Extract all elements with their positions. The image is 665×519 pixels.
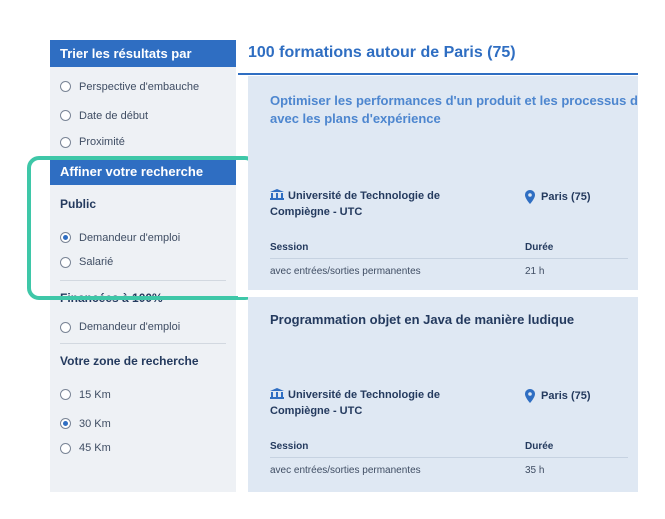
university-icon — [270, 189, 284, 200]
zone-option-45km[interactable]: 45 Km — [60, 438, 226, 458]
card-separator — [238, 290, 638, 297]
result-organization: Université de Technologie de Compiègne -… — [270, 188, 440, 220]
organization-line: Université de Technologie de — [288, 190, 440, 202]
organization-line: Compiègne - UTC — [270, 405, 363, 417]
result-location: Paris (75) — [525, 190, 591, 204]
session-label: Session — [270, 242, 309, 253]
public-title: Public — [60, 197, 97, 211]
sort-option-perspective[interactable]: Perspective d'embauche — [60, 72, 226, 101]
financed-option-label: Demandeur d'emploi — [79, 321, 181, 333]
radio-selected-icon[interactable] — [60, 232, 71, 243]
result-organization: Université de Technologie de Compiègne -… — [270, 387, 440, 419]
section-divider — [60, 343, 226, 344]
results-title: 100 formations autour de Paris (75) — [248, 44, 516, 61]
organization-line: Université de Technologie de — [288, 389, 440, 401]
duration-value: 21 h — [525, 266, 545, 277]
result-location: Paris (75) — [525, 389, 591, 403]
zone-option-30km[interactable]: 30 Km — [60, 409, 226, 438]
result-title-line: avec les plans d'expérience — [270, 111, 441, 126]
result-title-line: Optimiser les performances d'un produit … — [270, 93, 638, 108]
result-card[interactable]: Programmation objet en Java de manière l… — [248, 297, 638, 492]
radio-selected-icon[interactable] — [60, 418, 71, 429]
radio-icon[interactable] — [60, 389, 71, 400]
zone-option-label: 30 Km — [79, 417, 111, 430]
radio-icon[interactable] — [60, 81, 71, 92]
zone-option-15km[interactable]: 15 Km — [60, 380, 226, 409]
location-label: Paris (75) — [541, 191, 591, 203]
title-underline — [238, 73, 638, 75]
radio-icon[interactable] — [60, 136, 71, 148]
radio-icon[interactable] — [60, 442, 71, 454]
duration-label: Durée — [525, 441, 554, 452]
result-title-link[interactable]: Optimiser les performances d'un produit … — [270, 92, 638, 128]
public-option-label: Demandeur d'emploi — [79, 231, 181, 244]
duration-value: 35 h — [525, 465, 545, 476]
zone-title: Votre zone de recherche — [60, 354, 199, 368]
financed-option-job-seeker[interactable]: Demandeur d'emploi — [60, 317, 226, 337]
session-value: avec entrées/sorties permanentes — [270, 465, 421, 476]
zone-option-label: 15 Km — [79, 388, 111, 401]
zone-option-label: 45 Km — [79, 442, 111, 454]
row-divider — [270, 258, 628, 259]
map-pin-icon — [525, 389, 535, 403]
organization-line: Compiègne - UTC — [270, 206, 363, 218]
public-option-label: Salarié — [79, 256, 114, 268]
sort-option-label: Proximité — [79, 136, 125, 148]
university-icon — [270, 388, 284, 399]
financed-title: Financées à 100% — [60, 291, 163, 305]
public-option-employee[interactable]: Salarié — [60, 252, 226, 272]
radio-icon[interactable] — [60, 256, 71, 268]
sort-header: Trier les résultats par — [50, 40, 236, 67]
sort-option-label: Perspective d'embauche — [79, 80, 200, 93]
refine-header: Affiner votre recherche — [50, 158, 236, 185]
result-title-link[interactable]: Programmation objet en Java de manière l… — [270, 311, 574, 329]
session-value: avec entrées/sorties permanentes — [270, 266, 421, 277]
filter-sidebar: Trier les résultats par Perspective d'em… — [50, 40, 236, 492]
result-title-line: Programmation objet en Java de manière l… — [270, 312, 575, 327]
map-pin-icon — [525, 190, 535, 204]
sort-option-date[interactable]: Date de début — [60, 101, 226, 130]
sort-option-proximity[interactable]: Proximité — [60, 130, 226, 154]
sort-option-label: Date de début — [79, 109, 149, 122]
duration-label: Durée — [525, 242, 554, 253]
location-label: Paris (75) — [541, 390, 591, 402]
public-option-job-seeker[interactable]: Demandeur d'emploi — [60, 223, 226, 252]
session-label: Session — [270, 441, 309, 452]
radio-icon[interactable] — [60, 321, 71, 333]
result-card[interactable]: Optimiser les performances d'un produit … — [248, 76, 638, 290]
row-divider — [270, 457, 628, 458]
radio-icon[interactable] — [60, 110, 71, 121]
section-divider — [60, 280, 226, 281]
